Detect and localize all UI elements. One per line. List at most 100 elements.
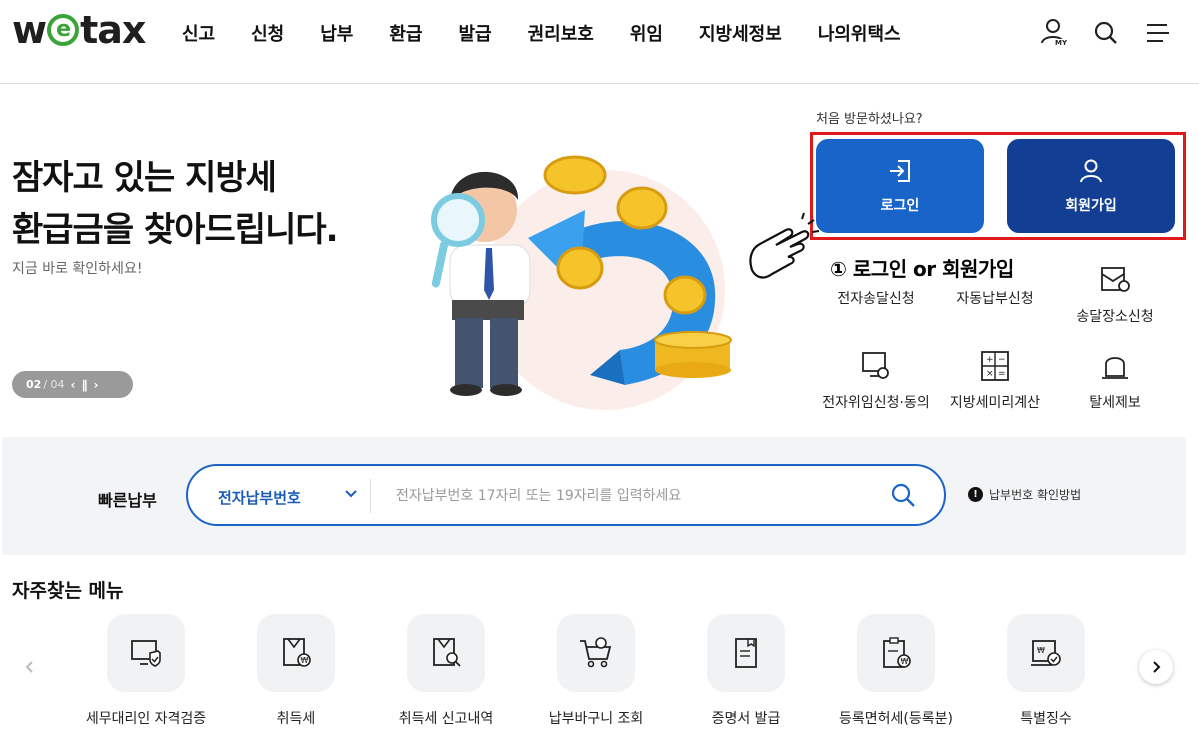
payment-number-input[interactable] <box>396 479 876 513</box>
clipboard-won-icon: ₩ <box>883 637 911 668</box>
menu-registration-license-tax[interactable]: ₩ 등록면허세(등록분) <box>821 614 971 728</box>
pager-prev-icon[interactable]: ‹ <box>71 378 76 392</box>
step-annotation: ① 로그인 or 회원가입 <box>830 257 1014 281</box>
wetax-logo[interactable]: w e tax <box>12 8 146 52</box>
nav-item-rights[interactable]: 권리보호 <box>528 20 594 46</box>
menu-tile <box>707 614 785 692</box>
menu-registration-license-tax-label: 등록면허세(등록분) <box>839 711 953 727</box>
menu-certificate[interactable]: 증명서 발급 <box>671 614 821 728</box>
bell-report-icon <box>1102 357 1128 379</box>
service-tax-report[interactable]: 탈세제보 <box>1050 348 1180 412</box>
logo-suffix: tax <box>80 8 146 52</box>
menu-tile <box>557 614 635 692</box>
menu-agent-verify-label: 세무대리인 자격검증 <box>85 711 207 727</box>
payment-number-type-select[interactable]: 전자납부번호 <box>218 487 301 508</box>
service-e-delivery-label: 전자송달신청 <box>837 291 915 307</box>
service-calculator[interactable]: + − × = 지방세미리계산 <box>930 348 1060 412</box>
hero-title-line1: 잠자고 있는 지방세 <box>12 158 277 198</box>
service-e-delegation[interactable]: 전자위임신청·동의 <box>811 348 941 412</box>
service-tax-report-label: 탈세제보 <box>1089 395 1141 411</box>
my-badge: MY <box>1054 39 1069 47</box>
nav-item-delegation[interactable]: 위임 <box>630 20 663 46</box>
nav-item-report[interactable]: 신고 <box>182 20 215 46</box>
user-add-icon <box>1080 159 1102 183</box>
service-e-delivery[interactable]: 전자송달신청 <box>811 288 941 308</box>
login-arrow-icon <box>890 160 910 182</box>
chevron-right-icon <box>1153 661 1161 673</box>
service-auto-payment[interactable]: 자동납부신청 <box>930 288 1060 308</box>
main-nav: 신고 신청 납부 환급 발급 권리보호 위임 지방세정보 나의위택스 <box>182 20 937 46</box>
service-calculator-label: 지방세미리계산 <box>949 395 1041 411</box>
service-delivery-location[interactable]: 송달장소신청 <box>1050 262 1180 326</box>
menu-special-collection[interactable]: ₩ 특별징수 <box>971 614 1121 728</box>
hero-title-line2: 환급금을 찾아드립니다. <box>12 210 339 250</box>
help-text: 납부번호 확인방법 <box>989 488 1082 502</box>
menu-acquisition-history[interactable]: 취득세 신고내역 <box>371 614 521 728</box>
svg-text:×: × <box>986 369 994 379</box>
menu-payment-cart[interactable]: 납부바구니 조회 <box>521 614 671 728</box>
carousel-prev-button[interactable] <box>13 650 47 684</box>
box-check-icon: ₩ <box>1031 640 1061 666</box>
e-delegation-icon <box>862 352 889 379</box>
service-e-delegation-label: 전자위임신청·동의 <box>822 395 930 411</box>
menu-acquisition-tax[interactable]: ₩ 취득세 <box>221 614 371 728</box>
menu-special-collection-label: 특별징수 <box>1020 711 1072 727</box>
pointing-hand-icon <box>749 212 820 279</box>
nav-item-apply[interactable]: 신청 <box>251 20 284 46</box>
pager-next-icon[interactable]: › <box>93 378 98 392</box>
frequent-menu-title: 자주찾는 메뉴 <box>12 580 124 602</box>
svg-text:₩: ₩ <box>901 657 909 666</box>
svg-text:=: = <box>998 369 1006 379</box>
first-visit-text: 처음 방문하셨나요? <box>816 112 923 127</box>
pager-pause-icon[interactable]: ∥ <box>81 378 87 392</box>
site-header: w e tax 신고 신청 납부 환급 발급 권리보호 위임 지방세정보 나의위택스… <box>0 0 1199 84</box>
nav-item-localtax-info[interactable]: 지방세정보 <box>699 20 782 46</box>
chevron-left-icon <box>25 661 33 673</box>
nav-item-pay[interactable]: 납부 <box>320 20 353 46</box>
menu-acquisition-history-label: 취득세 신고내역 <box>398 711 494 727</box>
menu-tile: ₩ <box>857 614 935 692</box>
monitor-shield-icon <box>131 640 161 667</box>
hamburger-menu-icon[interactable] <box>1143 16 1173 50</box>
hero-illustration <box>410 140 740 415</box>
chevron-down-icon[interactable] <box>343 486 359 502</box>
svg-text:₩: ₩ <box>1037 646 1045 655</box>
svg-text:+: + <box>986 355 994 365</box>
calculator-icon: + −× = <box>981 351 1009 381</box>
logo-prefix: w <box>12 8 47 52</box>
menu-agent-verify[interactable]: 세무대리인 자격검증 <box>71 614 221 728</box>
menu-tile <box>107 614 185 692</box>
login-button[interactable]: 로그인 <box>816 139 984 233</box>
menu-tile: ₩ <box>257 614 335 692</box>
quick-payment-label: 빠른납부 <box>98 491 157 510</box>
login-label: 로그인 <box>880 198 920 214</box>
menu-payment-cart-label: 납부바구니 조회 <box>548 711 644 727</box>
service-auto-payment-label: 자동납부신청 <box>956 291 1034 307</box>
pager-total: / 04 <box>43 378 65 391</box>
hero-subtitle: 지금 바로 확인하세요! <box>12 261 143 277</box>
delivery-location-icon <box>1101 267 1130 292</box>
join-label: 회원가입 <box>1065 198 1117 214</box>
svg-text:₩: ₩ <box>301 656 309 665</box>
nav-item-my-wetax[interactable]: 나의위택스 <box>818 20 901 46</box>
nav-item-issue[interactable]: 발급 <box>459 20 492 46</box>
join-button[interactable]: 회원가입 <box>1007 139 1175 233</box>
nav-item-refund[interactable]: 환급 <box>389 20 422 46</box>
menu-tile: ₩ <box>1007 614 1085 692</box>
cart-search-icon <box>580 637 612 668</box>
info-icon: ! <box>968 487 983 502</box>
logo-e-mark: e <box>47 14 80 46</box>
carousel-next-button[interactable] <box>1139 650 1173 684</box>
svg-text:−: − <box>998 355 1006 365</box>
user-my-icon[interactable]: MY <box>1039 16 1069 50</box>
pager-current: 02 <box>26 378 42 391</box>
search-icon[interactable] <box>889 481 917 509</box>
service-delivery-location-label: 송달장소신청 <box>1076 309 1154 325</box>
header-icons: MY <box>1039 16 1173 50</box>
search-icon[interactable] <box>1091 16 1121 50</box>
payment-number-help-link[interactable]: ! 납부번호 확인방법 <box>968 486 1081 503</box>
menu-certificate-label: 증명서 발급 <box>711 711 781 727</box>
select-divider <box>370 479 371 513</box>
acquisition-tax-icon: ₩ <box>283 638 311 667</box>
document-search-icon <box>433 638 461 667</box>
